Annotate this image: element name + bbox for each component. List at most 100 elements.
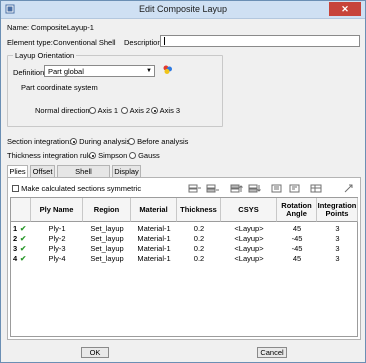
- plies-table: Ply Name Region Material Thickness CSYS …: [10, 197, 358, 337]
- chevron-down-icon: ▼: [146, 68, 152, 74]
- section-integration-label: Section integration:: [7, 137, 72, 146]
- checkmark-icon[interactable]: ✔: [20, 234, 26, 243]
- csys-cell[interactable]: <Layup>: [221, 244, 277, 254]
- material-cell[interactable]: Material-1: [131, 254, 177, 264]
- ok-button[interactable]: OK: [81, 347, 109, 358]
- column-header-region[interactable]: Region: [83, 198, 131, 222]
- csys-select-icon[interactable]: [162, 64, 173, 75]
- integration-points-cell[interactable]: 3: [317, 244, 358, 254]
- table-row[interactable]: 1 ✔ Ply-1 Set_layup Material-1 0.2 <Layu…: [11, 224, 357, 234]
- column-header-material[interactable]: Material: [131, 198, 177, 222]
- thickness-cell[interactable]: 0.2: [177, 234, 221, 244]
- region-cell[interactable]: Set_layup: [83, 254, 131, 264]
- rotation-angle-cell[interactable]: -45: [277, 234, 317, 244]
- thickness-rule-label: Thickness integration rule:: [7, 151, 95, 160]
- checkmark-icon[interactable]: ✔: [20, 254, 26, 263]
- move-down-icon[interactable]: [248, 184, 262, 193]
- integration-points-cell[interactable]: 3: [317, 254, 358, 264]
- column-header-integration-points[interactable]: Integration Points: [317, 198, 358, 222]
- axis-3-radio[interactable]: Axis 3: [151, 106, 180, 115]
- element-type-label: Element type:: [7, 38, 53, 47]
- radio-indicator: [151, 107, 158, 114]
- checkmark-icon[interactable]: ✔: [20, 244, 26, 253]
- material-cell[interactable]: Material-1: [131, 224, 177, 234]
- thickness-cell[interactable]: 0.2: [177, 244, 221, 254]
- tab-offset[interactable]: Offset: [30, 165, 55, 177]
- axis-2-radio[interactable]: Axis 2: [121, 106, 150, 115]
- during-analysis-label: During analysis: [79, 137, 131, 146]
- element-type-value: Conventional Shell: [53, 38, 116, 47]
- csys-cell[interactable]: <Layup>: [221, 234, 277, 244]
- gauss-label: Gauss: [138, 151, 160, 160]
- before-analysis-radio[interactable]: Before analysis: [128, 137, 188, 146]
- region-cell[interactable]: Set_layup: [83, 224, 131, 234]
- radio-indicator: [89, 107, 96, 114]
- close-button[interactable]: ✕: [329, 2, 361, 16]
- ply-name-cell[interactable]: Ply-4: [31, 254, 83, 264]
- definition-value: Part global: [48, 67, 84, 76]
- checkbox-indicator: [12, 185, 19, 192]
- write-to-file-icon[interactable]: [288, 184, 302, 193]
- table-row[interactable]: 4 ✔ Ply-4 Set_layup Material-1 0.2 <Layu…: [11, 254, 357, 264]
- description-input[interactable]: [160, 35, 360, 47]
- row-index: 2: [13, 234, 18, 243]
- region-cell[interactable]: Set_layup: [83, 234, 131, 244]
- row-index: 1: [13, 224, 18, 233]
- rotation-angle-cell[interactable]: 45: [277, 224, 317, 234]
- definition-label: Definition:: [13, 68, 47, 77]
- table-row[interactable]: 2 ✔ Ply-2 Set_layup Material-1 0.2 <Layu…: [11, 234, 357, 244]
- ply-name-cell[interactable]: Ply-3: [31, 244, 83, 254]
- symmetric-checkbox[interactable]: Make calculated sections symmetric: [12, 184, 141, 193]
- column-header-rotation-angle[interactable]: Rotation Angle: [277, 198, 317, 222]
- definition-select[interactable]: Part global ▼: [44, 65, 155, 77]
- name-label: Name:: [7, 23, 30, 32]
- move-up-icon[interactable]: [230, 184, 244, 193]
- rotation-angle-cell[interactable]: -45: [277, 244, 317, 254]
- csys-cell[interactable]: <Layup>: [221, 224, 277, 234]
- axis-3-label: Axis 3: [159, 106, 181, 115]
- material-cell[interactable]: Material-1: [131, 244, 177, 254]
- ply-name-cell[interactable]: Ply-1: [31, 224, 83, 234]
- before-analysis-label: Before analysis: [137, 137, 189, 146]
- row-header-corner: [11, 198, 31, 222]
- plot-plies-icon[interactable]: [342, 184, 356, 193]
- name-value: CompositeLayup-1: [31, 23, 94, 32]
- radio-indicator: [128, 138, 135, 145]
- column-header-ply-name[interactable]: Ply Name: [31, 198, 83, 222]
- cancel-button[interactable]: Cancel: [257, 347, 287, 358]
- insert-row-after-icon[interactable]: [206, 184, 220, 193]
- symmetric-label: Make calculated sections symmetric: [21, 184, 142, 193]
- region-cell[interactable]: Set_layup: [83, 244, 131, 254]
- thickness-cell[interactable]: 0.2: [177, 224, 221, 234]
- radio-indicator: [70, 138, 77, 145]
- material-cell[interactable]: Material-1: [131, 234, 177, 244]
- radio-indicator: [129, 152, 136, 159]
- csys-cell[interactable]: <Layup>: [221, 254, 277, 264]
- normal-direction-label: Normal direction:: [35, 106, 92, 115]
- title-bar[interactable]: Edit Composite Layup ✕: [1, 1, 365, 19]
- simpson-radio[interactable]: Simpson: [89, 151, 127, 160]
- tab-shell-parameters[interactable]: Shell Parameters: [57, 165, 110, 187]
- edit-table-icon[interactable]: [310, 184, 324, 193]
- radio-indicator: [89, 152, 96, 159]
- read-from-file-icon[interactable]: [270, 184, 284, 193]
- column-header-csys[interactable]: CSYS: [221, 198, 277, 222]
- thickness-cell[interactable]: 0.2: [177, 254, 221, 264]
- checkmark-icon[interactable]: ✔: [20, 224, 26, 233]
- insert-row-before-icon[interactable]: [188, 184, 202, 193]
- axis-1-radio[interactable]: Axis 1: [89, 106, 118, 115]
- during-analysis-radio[interactable]: During analysis: [70, 137, 130, 146]
- ply-name-cell[interactable]: Ply-2: [31, 234, 83, 244]
- table-row[interactable]: 3 ✔ Ply-3 Set_layup Material-1 0.2 <Layu…: [11, 244, 357, 254]
- text-cursor: [164, 37, 165, 45]
- radio-indicator: [121, 107, 128, 114]
- integration-points-cell[interactable]: 3: [317, 234, 358, 244]
- gauss-radio[interactable]: Gauss: [129, 151, 160, 160]
- rotation-angle-cell[interactable]: 45: [277, 254, 317, 264]
- layup-orientation-title: Layup Orientation: [13, 51, 77, 60]
- column-header-thickness[interactable]: Thickness: [177, 198, 221, 222]
- integration-points-cell[interactable]: 3: [317, 224, 358, 234]
- tab-display[interactable]: Display: [112, 165, 141, 177]
- description-label: Description:: [124, 38, 164, 47]
- axis-2-label: Axis 2: [129, 106, 151, 115]
